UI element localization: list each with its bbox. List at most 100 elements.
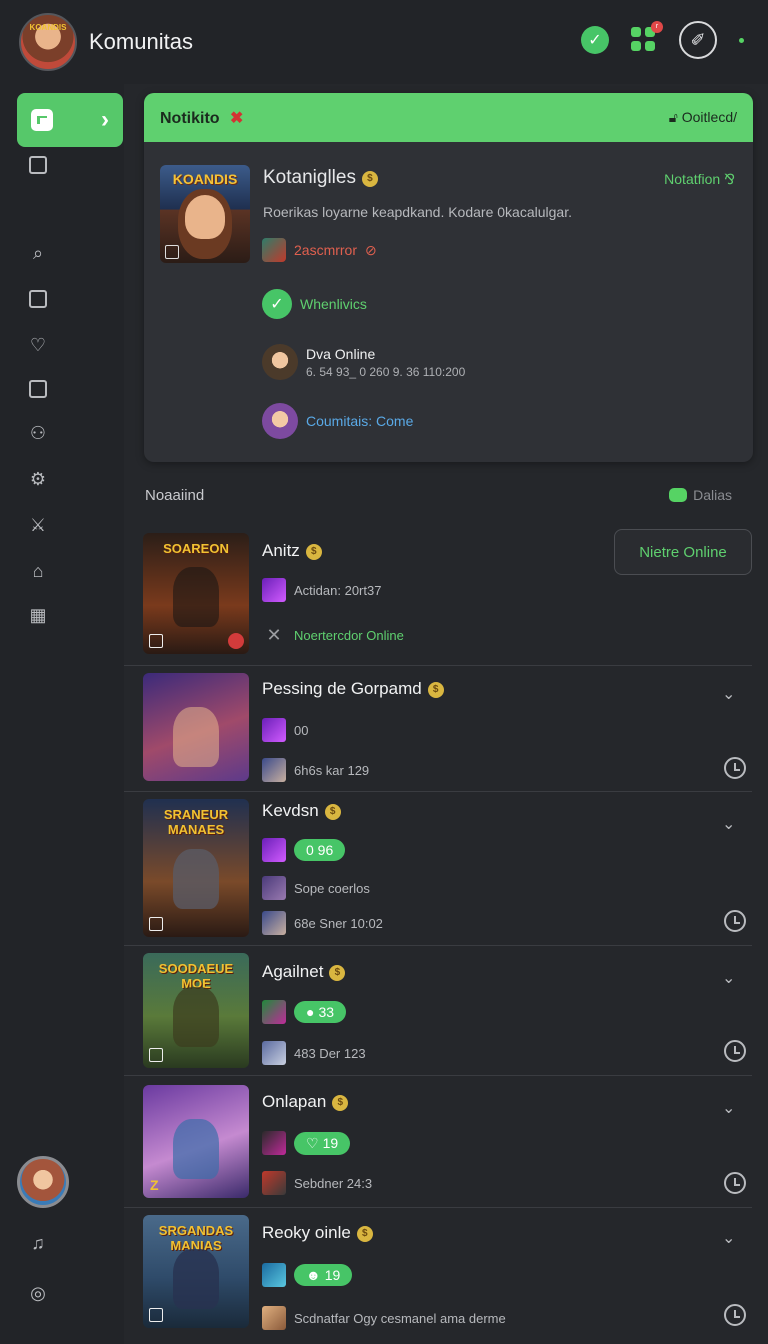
clock-icon[interactable] [724,1040,746,1062]
compose-icon[interactable]: ✐ [679,21,717,59]
user-icon[interactable]: ⚇ [27,422,49,444]
calendar-icon[interactable]: ▦ [27,604,49,626]
apps-grid-icon[interactable]: r [631,21,663,53]
clock-icon[interactable] [724,1172,746,1194]
user-avatar[interactable] [17,1156,69,1208]
app-title: Komunitas [89,29,193,54]
notification-description: Roerikas loyarne keapdkand. Kodare 0kaca… [263,204,572,220]
item-row: ♡ 19 [262,1131,351,1155]
game-thumbnail[interactable]: SRGANDAS MANIAS [143,1215,249,1328]
main-content: Notikito ✖ 🔓︎ Ooitlecd/ KOANDIS Kotanigl… [124,84,768,1344]
search-icon[interactable]: ⌕ [27,242,49,264]
notification-row-community[interactable]: Coumitais: Come [262,403,413,439]
clock-icon[interactable] [724,757,746,779]
item-time: Sebdner 24:3 [294,1175,373,1191]
list-item[interactable]: SOAREON Anitz $ Actidan: 20rt37 ✕ Noerter… [124,524,752,666]
gear-icon[interactable]: ⚙ [27,468,49,490]
expand-icon [149,634,163,648]
game-thumbnail[interactable]: Z [143,1085,249,1198]
section-title: Noaaiind [145,487,205,504]
list-item[interactable]: SRANEUR MANAES Kevdsn $ 0 96 Sope coerlos… [124,792,752,946]
score-pill[interactable]: ♡ 19 [294,1131,351,1155]
item-title: Kevdsn $ [262,801,341,821]
notification-row-error[interactable]: 2ascmrror ⊘ [262,238,377,262]
rank-icon: Z [150,1177,159,1193]
notification-row-status[interactable]: ✓ Whenlivics [262,289,367,319]
clock-icon[interactable] [724,910,746,932]
item-time: Scdnatfar Ogy cesmanel ama derme [294,1310,506,1326]
gamepad-icon [669,488,688,502]
notification-name-text: Kotaniglles [263,167,356,188]
files-icon[interactable] [27,154,49,176]
community-text: Coumitais: Come [306,413,414,429]
list-item[interactable]: SRGANDAS MANIAS Reoky oinle $ ☻ 19 Scdnatf… [124,1208,752,1344]
score-value: 33 [318,1004,335,1020]
globe-icon: ● [306,1004,315,1020]
coin-icon: $ [361,171,378,187]
folder-icon[interactable]: ⌂ [27,560,49,582]
music-icon[interactable]: ♫ [27,1232,49,1254]
top-bar: KOANDIS Komunitas ✓ r ✐ [0,0,768,84]
coin-icon: $ [332,1095,349,1111]
item-row: 68e Sner 10:02 [262,911,383,935]
item-row: 0 96 [262,838,346,862]
section-link-text: Dalias [693,487,732,503]
notification-title-text: Notikito [160,109,220,127]
score-pill[interactable]: 0 96 [294,839,346,861]
item-title: Pessing de Gorpamd $ [262,679,444,699]
item-row: ☻ 19 [262,1263,353,1287]
score-value: 0 96 [306,842,334,858]
score-pill[interactable]: ☻ 19 [294,1264,353,1286]
coin-icon: $ [305,544,322,560]
section-link[interactable]: Dalias [669,487,732,503]
item-title: Anitz $ [262,541,322,561]
item-detail: Sope coerlos [294,880,370,896]
online-button[interactable]: Nietre Online [614,529,752,575]
status-dot-icon [739,37,744,43]
pin-icon: ✖ [230,109,244,127]
check-circle-icon: ✓ [262,289,292,319]
game-thumbnail[interactable] [143,673,249,781]
chevron-down-icon[interactable]: ⌄ [722,684,738,703]
notification-row-online[interactable]: Dva Online 6. 54 93_ 0 260 9. 36 110:200 [262,344,465,380]
chevron-down-icon[interactable]: ⌄ [722,1098,738,1117]
item-time: 483 Der 123 [294,1045,366,1061]
coin-icon: $ [329,965,346,981]
notification-cover-image[interactable]: KOANDIS [160,165,250,263]
coin-icon: $ [324,804,341,820]
item-time: 6h6s kar 129 [294,762,370,778]
item-title-text: Pessing de Gorpamd [262,679,422,698]
notification-name: Kotaniglles $ [263,167,378,189]
notification-header-action[interactable]: 🔓︎ Ooitlecd/ [669,109,737,126]
item-title: Reoky oinle $ [262,1223,373,1243]
chevron-down-icon[interactable]: ⌄ [722,1228,738,1247]
list-item[interactable]: SOODAEUE MOE Agailnet $ ● 33 483 Der 123 ⌄ [124,946,752,1076]
sidebar-item-home[interactable]: › [17,93,123,147]
notification-side-link[interactable]: Notatfion ⅋ [664,171,735,188]
sword-icon[interactable]: ⚔ [27,514,49,536]
community-avatar [262,403,298,439]
expand-icon [149,1308,163,1322]
list-item[interactable]: Pessing de Gorpamd $ 00 6h6s kar 129 ⌄ [124,666,752,792]
game-thumbnail[interactable]: SOODAEUE MOE [143,953,249,1068]
home-icon [31,109,53,131]
chevron-down-icon[interactable]: ⌄ [722,968,738,987]
heart-icon[interactable]: ♡ [27,334,49,356]
compass-icon[interactable]: ◎ [27,1282,49,1304]
online-user-name: Dva Online [306,345,376,362]
profile-avatar[interactable]: KOANDIS [19,13,77,71]
close-icon[interactable]: ✕ [262,625,286,646]
wallet-icon[interactable] [27,288,49,310]
game-icon [262,578,286,602]
item-row: 483 Der 123 [262,1041,366,1065]
list-item[interactable]: Z Onlapan $ ♡ 19 Sebdner 24:3 ⌄ [124,1076,752,1208]
item-time: 68e Sner 10:02 [294,915,383,931]
chevron-down-icon[interactable]: ⌄ [722,814,738,833]
check-icon[interactable]: ✓ [581,26,609,54]
game-thumbnail[interactable]: SRANEUR MANAES [143,799,249,937]
lock-icon: 🔓︎ [668,109,682,125]
game-thumbnail[interactable]: SOAREON [143,533,249,654]
score-pill[interactable]: ● 33 [294,1001,347,1023]
gallery-icon[interactable] [27,378,49,400]
clock-icon[interactable] [724,1304,746,1326]
